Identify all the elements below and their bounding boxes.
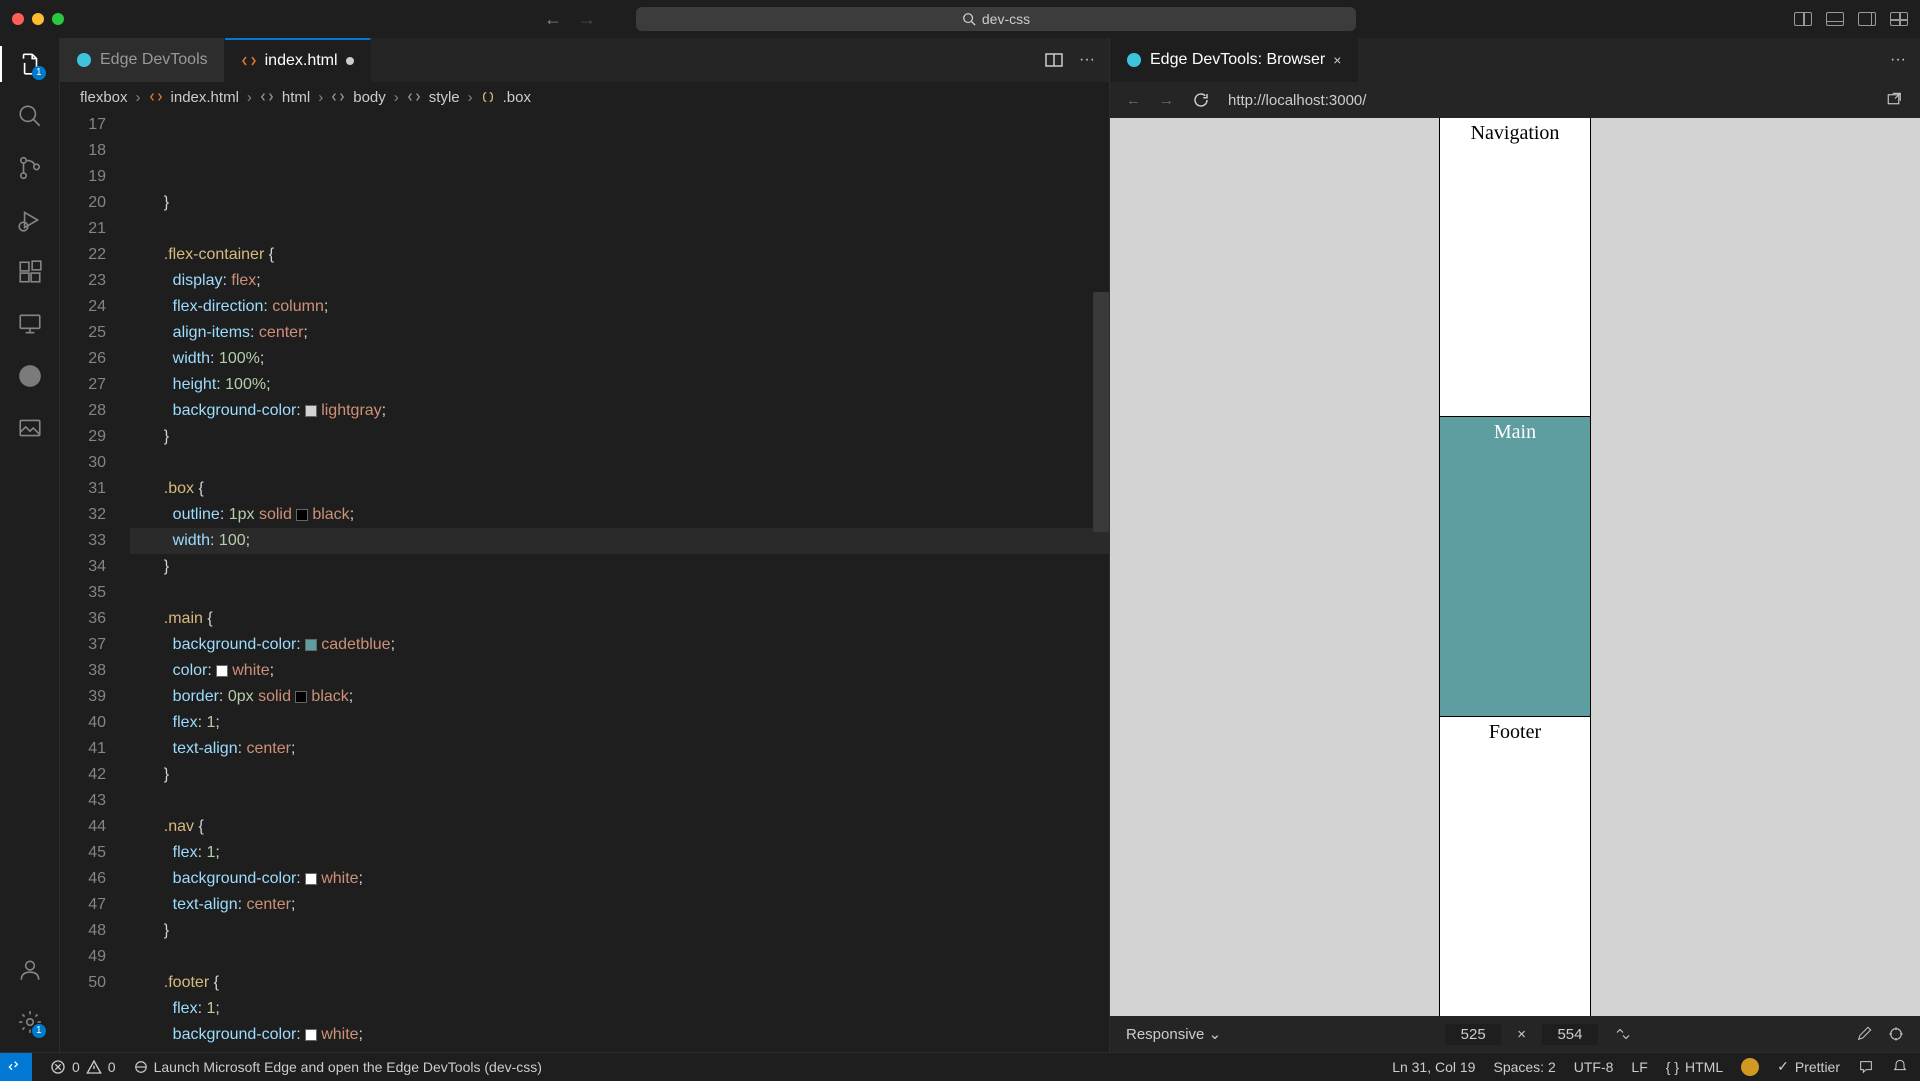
explorer-badge: 1 <box>32 66 46 80</box>
css-selector-icon <box>481 90 495 104</box>
language-mode-button[interactable]: { }HTML <box>1666 1059 1723 1075</box>
element-icon <box>260 90 274 104</box>
editor-group-left: Edge DevTools index.html ··· flexbox› in… <box>60 38 1110 1052</box>
accounts-button[interactable] <box>16 956 44 984</box>
remote-explorer-tab[interactable] <box>16 310 44 338</box>
reload-button[interactable] <box>1192 91 1210 109</box>
element-icon <box>331 90 345 104</box>
nav-arrows: ← → <box>544 9 596 30</box>
tab-devtools-browser[interactable]: Edge DevTools: Browser × <box>1110 38 1358 82</box>
inspect-button[interactable] <box>1888 1026 1904 1042</box>
code-editor[interactable]: 1718192021222324252627282930313233343536… <box>60 112 1109 1052</box>
breadcrumb-item[interactable]: flexbox <box>80 89 128 106</box>
tab-bar-right: Edge DevTools: Browser × ··· <box>1110 38 1920 82</box>
preview-nav-box: Navigation <box>1440 118 1590 417</box>
breadcrumb-item[interactable]: style <box>429 89 460 106</box>
command-center[interactable]: dev-css <box>636 7 1356 31</box>
viewport-height-input[interactable]: 554 <box>1542 1024 1598 1045</box>
layout-controls <box>1794 12 1908 26</box>
line-gutter: 1718192021222324252627282930313233343536… <box>60 112 130 1052</box>
extensions-tab[interactable] <box>16 258 44 286</box>
search-icon <box>962 12 976 26</box>
nav-forward-button[interactable]: → <box>578 9 596 30</box>
url-bar[interactable]: http://localhost:3000/ <box>1228 92 1868 109</box>
breadcrumb-item[interactable]: html <box>282 89 310 106</box>
nav-back-button[interactable]: ← <box>544 9 562 30</box>
cursor-position[interactable]: Ln 31, Col 19 <box>1392 1059 1475 1075</box>
tab-bar-left: Edge DevTools index.html ··· <box>60 38 1109 82</box>
tab-actions: ··· <box>1045 38 1109 82</box>
viewport-width-input[interactable]: 525 <box>1445 1024 1501 1045</box>
close-icon[interactable]: × <box>1333 52 1341 68</box>
preview-flex-container: Navigation Main Footer <box>1440 118 1590 1016</box>
chevron-down-icon: ⌄ <box>1209 1026 1222 1043</box>
run-debug-tab[interactable] <box>16 206 44 234</box>
rotate-button[interactable] <box>1614 1025 1632 1043</box>
close-window-button[interactable] <box>12 13 24 25</box>
preview-main-box: Main <box>1440 417 1590 716</box>
problems-button[interactable]: 0 0 <box>50 1059 116 1075</box>
more-actions-button[interactable]: ··· <box>1079 51 1095 69</box>
search-tab[interactable] <box>16 102 44 130</box>
copilot-status-icon[interactable] <box>1741 1058 1759 1076</box>
toggle-panel-button[interactable] <box>1826 12 1844 26</box>
split-editor-button[interactable] <box>1045 53 1063 67</box>
breadcrumb-item[interactable]: index.html <box>171 89 239 106</box>
browser-forward-button[interactable]: → <box>1159 92 1174 109</box>
titlebar: ← → dev-css <box>0 0 1920 38</box>
open-external-button[interactable] <box>1886 91 1904 109</box>
breadcrumb[interactable]: flexbox› index.html› html› body› style› … <box>60 82 1109 112</box>
maximize-window-button[interactable] <box>52 13 64 25</box>
tab-label: index.html <box>265 52 338 70</box>
breadcrumb-item[interactable]: .box <box>503 89 531 106</box>
explorer-tab[interactable]: 1 <box>16 50 44 78</box>
breadcrumb-item[interactable]: body <box>353 89 386 106</box>
remote-button[interactable] <box>0 1053 32 1081</box>
edge-icon <box>1126 52 1142 68</box>
edge-devtools-tab[interactable] <box>16 362 44 390</box>
toggle-primary-sidebar-button[interactable] <box>1794 12 1812 26</box>
launch-task-button[interactable]: Launch Microsoft Edge and open the Edge … <box>134 1059 542 1075</box>
browser-preview[interactable]: Navigation Main Footer <box>1110 118 1920 1016</box>
tab-label: Edge DevTools: Browser <box>1150 51 1325 69</box>
html-file-icon <box>149 90 163 104</box>
html-file-icon <box>241 53 257 69</box>
settings-button[interactable]: 1 <box>16 1008 44 1036</box>
device-selector[interactable]: Responsive ⌄ <box>1126 1025 1221 1043</box>
feedback-button[interactable] <box>1858 1059 1874 1075</box>
preview-footer-box: Footer <box>1440 717 1590 1016</box>
code-content[interactable]: } .flex-container { display: flex; flex-… <box>130 112 1109 1052</box>
encoding-button[interactable]: UTF-8 <box>1574 1059 1614 1075</box>
edit-button[interactable] <box>1856 1026 1872 1042</box>
customize-layout-button[interactable] <box>1890 12 1908 26</box>
settings-badge: 1 <box>32 1024 46 1038</box>
minimap-scrollbar[interactable] <box>1093 292 1109 532</box>
more-actions-button[interactable]: ··· <box>1890 51 1906 69</box>
tab-index-html[interactable]: index.html <box>225 38 371 82</box>
browser-toolbar: ← → http://localhost:3000/ <box>1110 82 1920 118</box>
element-icon <box>407 90 421 104</box>
edge-icon <box>76 52 92 68</box>
notifications-button[interactable] <box>1892 1059 1908 1075</box>
prettier-button[interactable]: ✓Prettier <box>1777 1058 1840 1075</box>
dirty-indicator-icon <box>346 57 354 65</box>
toggle-secondary-sidebar-button[interactable] <box>1858 12 1876 26</box>
window-controls <box>12 13 64 25</box>
tab-edge-devtools[interactable]: Edge DevTools <box>60 38 225 82</box>
browser-back-button[interactable]: ← <box>1126 92 1141 109</box>
eol-button[interactable]: LF <box>1631 1059 1647 1075</box>
dimension-separator-icon: × <box>1517 1026 1526 1043</box>
tab-label: Edge DevTools <box>100 51 208 69</box>
activity-bar: 1 1 <box>0 38 60 1052</box>
image-tab[interactable] <box>16 414 44 442</box>
device-toolbar: Responsive ⌄ 525 × 554 <box>1110 1016 1920 1052</box>
minimize-window-button[interactable] <box>32 13 44 25</box>
status-bar: 0 0 Launch Microsoft Edge and open the E… <box>0 1052 1920 1080</box>
project-name: dev-css <box>982 11 1030 27</box>
indentation-button[interactable]: Spaces: 2 <box>1493 1059 1555 1075</box>
source-control-tab[interactable] <box>16 154 44 182</box>
editor-group-right: Edge DevTools: Browser × ··· ← → http://… <box>1110 38 1920 1052</box>
